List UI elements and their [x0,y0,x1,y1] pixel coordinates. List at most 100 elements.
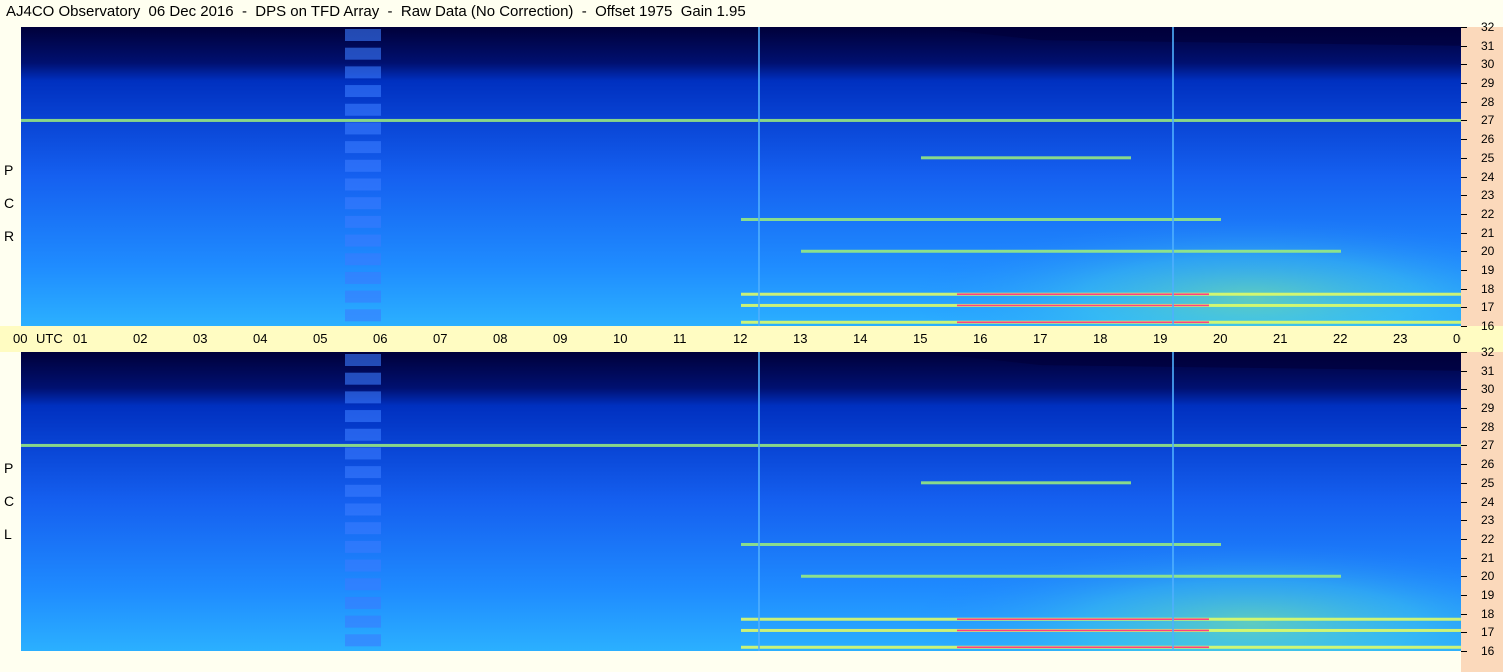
chart-title: AJ4CO Observatory 06 Dec 2016 - DPS on T… [6,3,746,20]
time-tick-label: 22 [1333,331,1348,346]
freq-tick-mark [1461,307,1467,309]
freq-tick-label: 26 [1481,457,1495,472]
freq-tick-label: 16 [1481,319,1495,333]
freq-tick-label: 25 [1481,150,1495,165]
freq-tick-mark [1461,139,1467,141]
time-tick-label: 12 [733,331,748,346]
band-peak-mark [957,321,1209,324]
band-mark [801,249,1341,253]
freq-tick-mark [1461,445,1467,447]
burst-mark [345,354,381,366]
freq-tick-label: 32 [1481,345,1495,359]
burst-mark [345,47,381,60]
time-tick-label: 09 [553,331,568,346]
freq-tick-mark [1461,370,1467,372]
time-tick-label: 05 [313,331,328,346]
burst-mark [345,253,381,266]
time-tick-label: 06 [373,331,388,346]
time-tick-label: 11 [673,331,687,346]
freq-tick-label: 18 [1481,281,1495,296]
freq-tick-label: 21 [1481,225,1495,240]
freq-tick-mark [1461,464,1467,466]
freq-tick-label: 24 [1481,169,1495,184]
burst-mark [345,634,381,647]
burst-mark [345,391,381,404]
freq-tick-mark [1461,195,1467,197]
freq-tick-mark [1461,520,1467,522]
freq-tick-label: 27 [1481,438,1495,453]
burst-mark [345,484,381,497]
time-tick-label: 17 [1033,331,1048,346]
freq-tick-mark [1461,251,1467,253]
burst-mark [345,466,381,479]
freq-tick-mark [1461,326,1467,327]
burst-mark [345,85,381,98]
freq-tick-label: 32 [1481,20,1495,34]
freq-tick-mark [1461,101,1467,103]
freq-tick-label: 31 [1481,363,1495,378]
freq-tick-label: 27 [1481,113,1495,128]
freq-tick-mark [1461,120,1467,122]
freq-tick-label: 29 [1481,401,1495,416]
time-unit-label: UTC [36,331,63,346]
burst-mark [345,540,381,553]
burst-mark [345,197,381,210]
freq-tick-mark [1461,632,1467,634]
rcp-spectrogram [21,27,1461,326]
freq-tick-label: 28 [1481,94,1495,109]
lcp-side: P C L [0,352,20,672]
freq-tick-label: 29 [1481,76,1495,91]
spectrogram-glow [711,464,1461,651]
pol-letter: C [4,195,15,211]
freq-tick-label: 26 [1481,132,1495,147]
band-mark [801,574,1341,578]
time-axis: 00 01 02 03 04 05 06 07 08 09 10 11 12 13 14 15 16 17 18 19… [0,326,1497,352]
burst-mark [345,503,381,516]
burst-mark [345,290,381,303]
time-tick-label: 02 [133,331,148,346]
band-mark [921,481,1131,485]
pol-letter: R [4,228,15,244]
freq-tick-mark [1461,83,1467,85]
freq-tick-mark [1461,557,1467,559]
freq-tick-mark [1461,538,1467,540]
burst-mark [345,428,381,441]
pol-letter: C [4,493,15,509]
burst-mark [345,159,381,172]
freq-tick-mark [1461,64,1467,66]
time-tick-label: 23 [1393,331,1408,346]
pol-letter: P [4,162,14,178]
burst-mark [345,29,381,41]
freq-tick-mark [1461,213,1467,215]
band-mark [741,217,1221,221]
pol-letter: L [4,526,12,542]
freq-tick-label: 24 [1481,494,1495,509]
burst-mark [345,215,381,228]
freq-tick-mark [1461,389,1467,391]
burst-mark [345,234,381,247]
burst-mark [345,66,381,79]
freq-tick-label: 17 [1481,625,1495,640]
time-tick-label: 03 [193,331,208,346]
freq-tick-label: 25 [1481,475,1495,490]
freq-tick-label: 20 [1481,244,1495,259]
time-tick-label: 10 [613,331,628,346]
time-tick-label: 14 [853,331,868,346]
freq-tick-mark [1461,613,1467,615]
burst-mark [345,141,381,154]
band-peak-mark [957,293,1209,296]
freq-tick-mark [1461,576,1467,578]
freq-tick-mark [1461,269,1467,271]
rcp-side: P C R [0,27,20,326]
burst-mark [345,271,381,284]
band-mark [741,542,1221,546]
lcp-spectrogram [21,352,1461,651]
freq-tick-label: 30 [1481,57,1495,72]
burst-mark [345,122,381,135]
freq-tick-mark [1461,651,1467,652]
time-tick-label: 01 [73,331,88,346]
burst-mark [345,522,381,535]
freq-tick-label: 23 [1481,188,1495,203]
freq-tick-label: 30 [1481,382,1495,397]
freq-tick-mark [1461,27,1467,28]
